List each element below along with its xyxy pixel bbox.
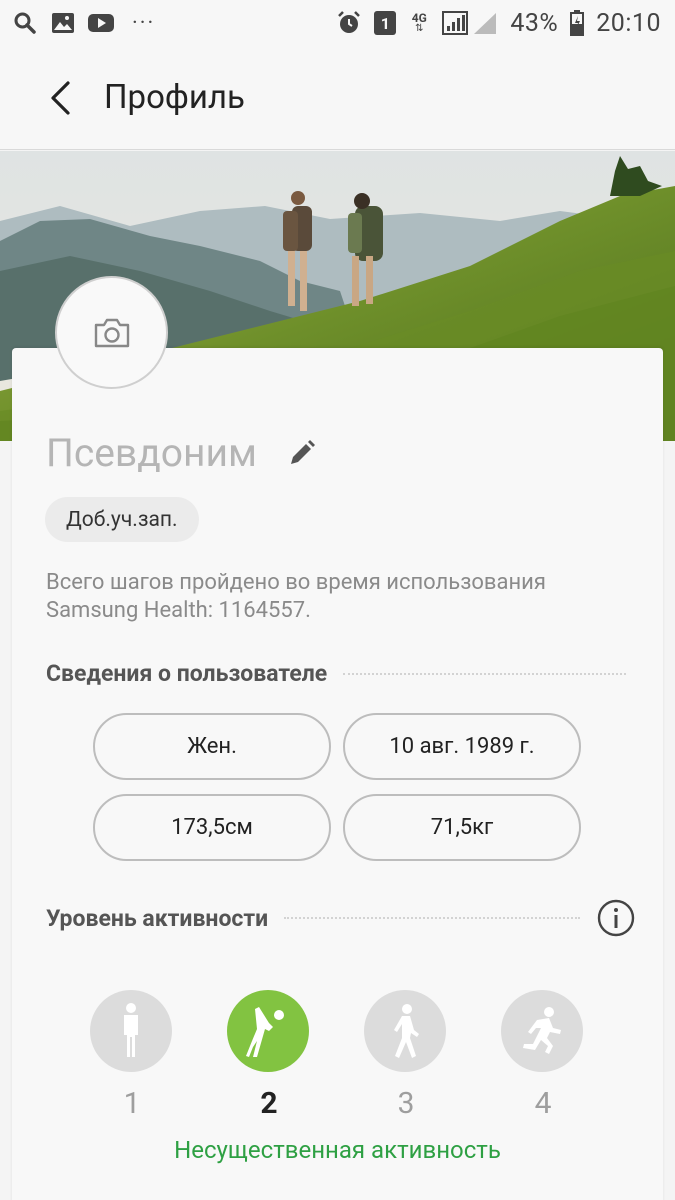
activity-level-title: Уровень активности: [46, 904, 269, 932]
activity-level-1[interactable]: 1: [90, 990, 174, 1121]
network-4g-icon: 4G ⇅: [411, 11, 427, 34]
stretching-person-icon: [246, 1007, 284, 1057]
activity-level-2-number: 2: [260, 1086, 278, 1121]
sim-icon: 1: [374, 11, 397, 35]
height-button[interactable]: 173,5см: [93, 794, 331, 861]
selected-activity-label: Несущественная активность: [174, 1136, 501, 1164]
nickname-text[interactable]: Псевдоним: [46, 430, 257, 476]
activity-level-1-number: 1: [123, 1086, 141, 1121]
walking-person-icon: [394, 1004, 419, 1058]
add-account-button[interactable]: Доб.уч.зап.: [45, 497, 199, 542]
activity-level-4-number: 4: [534, 1086, 552, 1121]
activity-level-4-circle: [501, 990, 583, 1072]
birthday-button[interactable]: 10 авг. 1989 г.: [343, 713, 581, 780]
activity-level-3-number: 3: [397, 1086, 415, 1121]
profile-photo-button[interactable]: [55, 276, 168, 389]
activity-level-2[interactable]: 2: [227, 990, 311, 1121]
status-bar: ··· 1 4G ⇅ 43% 20:10: [0, 0, 675, 46]
image-icon: [50, 10, 76, 36]
total-steps-text: Всего шагов пройдено во время использова…: [46, 570, 546, 623]
clock: 20:10: [596, 8, 661, 38]
youtube-icon: [88, 10, 114, 36]
sim-label: 1: [380, 13, 390, 33]
activity-level-header: Уровень активности: [46, 898, 636, 938]
activity-level-4[interactable]: 4: [501, 990, 585, 1121]
info-button[interactable]: [596, 898, 636, 938]
nickname-row: Псевдоним: [46, 430, 319, 476]
more-notifications-indicator: ···: [132, 10, 156, 36]
activity-level-3[interactable]: 3: [364, 990, 448, 1121]
page-title: Профиль: [104, 78, 245, 117]
signal-icon: [442, 10, 498, 36]
alarm-icon: [336, 10, 362, 36]
user-info-header: Сведения о пользователе: [46, 660, 626, 687]
activity-level-1-circle: [90, 990, 172, 1072]
pencil-icon: [290, 440, 315, 464]
camera-icon: [94, 318, 129, 347]
search-icon: [12, 10, 38, 36]
edit-nickname-button[interactable]: [285, 436, 319, 470]
app-bar: Профиль: [0, 46, 675, 150]
divider: [284, 917, 580, 919]
standing-person-icon: [124, 1003, 138, 1057]
battery-icon: [570, 10, 585, 36]
gender-button[interactable]: Жен.: [93, 713, 331, 780]
user-info-title: Сведения о пользователе: [46, 660, 328, 687]
activity-level-3-circle: [364, 990, 446, 1072]
info-icon: [597, 899, 635, 937]
divider: [343, 672, 626, 675]
activity-level-2-circle: [227, 990, 309, 1072]
weight-button[interactable]: 71,5кг: [343, 794, 581, 861]
back-button[interactable]: [30, 68, 90, 128]
battery-percent: 43%: [510, 8, 559, 38]
running-person-icon: [523, 1007, 561, 1054]
back-arrow-icon: [51, 80, 70, 115]
